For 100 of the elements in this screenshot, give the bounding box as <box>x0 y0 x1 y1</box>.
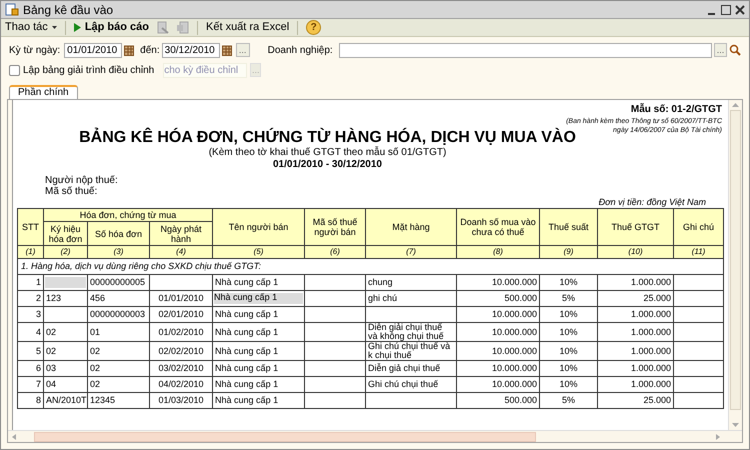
play-icon <box>74 23 81 32</box>
table-cell: 10.000.000 <box>456 360 540 376</box>
to-date-field[interactable]: 30/12/2010 <box>162 42 220 58</box>
calendar-icon[interactable] <box>124 44 134 56</box>
report-period: 01/01/2010 - 30/12/2010 <box>273 159 382 171</box>
table-cell: 00000000003 <box>88 306 150 322</box>
table-cell: Nhà cung cấp 1 <box>212 360 305 376</box>
column-header: Doanh số mua vào chưa có thuế <box>456 208 540 246</box>
adjust-label: Lập bảng giải trình điều chỉnh <box>23 64 154 78</box>
column-header: Số hóa đơn <box>88 222 150 246</box>
company-field[interactable] <box>338 42 712 58</box>
table-cell: 02 <box>88 360 150 376</box>
table-cell: 01/03/2010 <box>150 392 213 408</box>
table-cell: Nhà cung cấp 1 <box>212 392 305 408</box>
column-number: (1) <box>18 246 44 258</box>
table-cell: 01/02/2010 <box>150 322 213 342</box>
table-cell: 5% <box>540 290 598 306</box>
horizontal-scrollbar-thumb[interactable] <box>34 432 536 442</box>
table-cell: 00000000005 <box>88 274 150 290</box>
table-cell: 1.000.000 <box>598 376 674 392</box>
table-cell: 02 <box>88 342 150 360</box>
table-cell: 500.000 <box>456 392 540 408</box>
table-cell: Nhà cung cấp 1 <box>212 322 305 342</box>
table-cell: 1 <box>18 274 44 290</box>
column-number: (9) <box>540 246 598 258</box>
table-cell: 03/02/2010 <box>150 360 213 376</box>
column-number: (10) <box>598 246 674 258</box>
table-cell: 10% <box>540 342 598 360</box>
report-subtitle: (Kèm theo tờ khai thuế GTGT theo mẫu số 01/GTGT) <box>208 147 446 159</box>
run-report-button[interactable]: Lập báo cáo <box>74 19 149 36</box>
document-icon[interactable] <box>177 21 189 34</box>
table-cell: 5% <box>540 392 598 408</box>
table-cell: 7 <box>18 376 44 392</box>
table-cell: 10% <box>540 274 598 290</box>
close-icon[interactable] <box>735 4 745 14</box>
caret-icon <box>52 26 57 29</box>
table-cell: 01/01/2010 <box>150 290 213 306</box>
column-number: (5) <box>212 246 305 258</box>
column-header: Tên người bán <box>212 208 305 246</box>
table-cell: 5 <box>18 342 44 360</box>
table-cell: 456 <box>88 290 150 306</box>
vertical-scrollbar-thumb[interactable] <box>730 110 741 410</box>
adjust-checkbox[interactable] <box>9 64 20 76</box>
table-cell: 1.000.000 <box>598 342 674 360</box>
export-excel-button[interactable]: Kết xuất ra Excel <box>206 19 290 36</box>
table-cell: chung <box>366 274 457 290</box>
selected-cell[interactable]: Nhà cung cấp 1 <box>214 293 304 304</box>
table-cell: 02 <box>44 322 88 342</box>
tab[interactable]: Phần chính <box>9 85 78 99</box>
window-title: Bảng kê đầu vào <box>23 2 114 18</box>
table-cell: 8 <box>18 392 44 408</box>
column-number: (4) <box>150 246 213 258</box>
window-app-icon <box>5 3 19 16</box>
table-cell: Diễn giả chụi thuế <box>366 360 457 376</box>
column-number: (7) <box>366 246 457 258</box>
browse-button[interactable]: ... <box>236 43 250 57</box>
table-cell: 10% <box>540 360 598 376</box>
table-cell: 10.000.000 <box>456 376 540 392</box>
from-date-field[interactable]: 01/01/2010 <box>64 42 122 58</box>
maximize-icon[interactable] <box>721 4 731 14</box>
search-icon[interactable] <box>729 44 741 56</box>
column-group-header: Hóa đơn, chứng từ mua <box>44 208 213 222</box>
report-title: BẢNG KÊ HÓA ĐƠN, CHỨNG TỪ HÀNG HÓA, DỊCH VỤ MUA VÀO <box>79 129 576 146</box>
table-cell: 10% <box>540 376 598 392</box>
actions-menu[interactable]: Thao tác <box>5 19 57 36</box>
tax-code-label: Mã số thuế: <box>45 186 98 197</box>
document-icon[interactable] <box>157 21 169 34</box>
table-cell: 02 <box>44 342 88 360</box>
table-cell: 10.000.000 <box>456 274 540 290</box>
table-cell: 3 <box>18 306 44 322</box>
table-cell: 2 <box>18 290 44 306</box>
table-cell: 25.000 <box>598 290 674 306</box>
column-header: Ký hiệu hóa đơn <box>44 222 88 246</box>
table-cell: ghi chú <box>366 290 457 306</box>
table-cell: 10.000.000 <box>456 322 540 342</box>
table-cell: Nhà cung cấp 1 <box>212 274 305 290</box>
column-number: (6) <box>304 246 366 258</box>
column-header: Ghi chú <box>674 208 724 246</box>
table-cell: 10.000.000 <box>456 306 540 322</box>
table-cell: 01 <box>88 322 150 342</box>
table-cell: AN/2010T <box>44 392 88 408</box>
column-number: (2) <box>44 246 88 258</box>
table-cell: 03 <box>44 360 88 376</box>
column-header: Ngày phát hành <box>150 222 213 246</box>
table-cell: 04 <box>44 376 88 392</box>
table-cell: 1.000.000 <box>598 322 674 342</box>
table-cell: 123 <box>44 290 88 306</box>
table-cell: 02/02/2010 <box>150 342 213 360</box>
column-header: Mặt hàng <box>366 208 457 246</box>
company-label: Doanh nghiệp: <box>268 44 333 58</box>
browse-button[interactable]: ... <box>714 43 727 57</box>
table-cell: 1.000.000 <box>598 274 674 290</box>
selected-cell[interactable] <box>45 277 86 288</box>
calendar-icon[interactable] <box>222 44 232 56</box>
table-cell: 10% <box>540 306 598 322</box>
table-cell: 25.000 <box>598 392 674 408</box>
help-button[interactable]: ? <box>306 20 322 35</box>
column-number: (3) <box>88 246 150 258</box>
table-cell: 10.000.000 <box>456 342 540 360</box>
table-cell: 10% <box>540 322 598 342</box>
